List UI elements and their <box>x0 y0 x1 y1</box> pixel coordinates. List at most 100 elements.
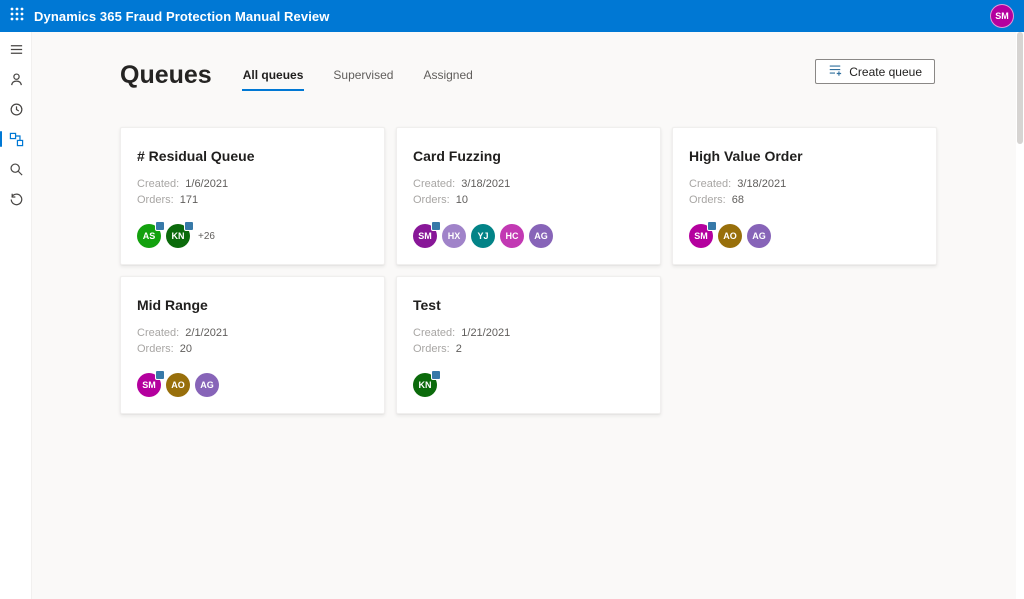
sidebar-item-history[interactable] <box>0 184 32 214</box>
orders-label: Orders: <box>413 343 450 355</box>
sidebar-item-queues[interactable] <box>0 124 32 154</box>
queue-card-title: Mid Range <box>137 297 368 313</box>
avatar-initials: HC <box>506 231 519 241</box>
history-icon <box>9 192 24 207</box>
orders-label: Orders: <box>689 194 726 206</box>
left-nav-rail <box>0 32 32 599</box>
queue-created-row: Created: 3/18/2021 <box>689 176 920 192</box>
sidebar-item-users[interactable] <box>0 64 32 94</box>
queue-card-card-fuzzing[interactable]: Card Fuzzing Created: 3/18/2021 Orders: … <box>396 127 661 265</box>
avatar-badge <box>431 221 441 231</box>
person-icon <box>9 72 24 87</box>
queue-card-test[interactable]: Test Created: 1/21/2021 Orders: 2 KN <box>396 276 661 414</box>
member-avatar: KN <box>413 373 437 397</box>
sidebar-item-nav-toggle[interactable] <box>0 34 32 64</box>
created-value: 3/18/2021 <box>461 178 510 190</box>
sidebar-item-search[interactable] <box>0 154 32 184</box>
avatar-initials: HX <box>448 231 461 241</box>
avatar-initials: AG <box>752 231 766 241</box>
queue-tabs: All queues Supervised Assigned <box>242 66 474 91</box>
member-avatar: HX <box>442 224 466 248</box>
queue-card-title: # Residual Queue <box>137 148 368 164</box>
avatar-initials: AG <box>200 380 214 390</box>
avatar-initials: SM <box>142 380 156 390</box>
orders-label: Orders: <box>413 194 450 206</box>
scrollbar-thumb[interactable] <box>1017 32 1023 144</box>
user-avatar-initials: SM <box>995 11 1009 21</box>
avatar-badge <box>155 221 165 231</box>
created-value: 1/6/2021 <box>185 178 228 190</box>
avatar-badge <box>155 370 165 380</box>
queue-card-title: Test <box>413 297 644 313</box>
sidebar-item-activity[interactable] <box>0 94 32 124</box>
avatar-badge <box>707 221 717 231</box>
avatar-initials: YJ <box>477 231 488 241</box>
avatar-initials: SM <box>418 231 432 241</box>
avatar-badge <box>431 370 441 380</box>
queue-members: KN <box>413 373 644 397</box>
queue-members: SM AO AG <box>137 373 368 397</box>
avatar-initials: AS <box>143 231 156 241</box>
create-queue-icon <box>828 63 842 80</box>
queue-created-row: Created: 1/21/2021 <box>413 325 644 341</box>
created-label: Created: <box>413 178 455 190</box>
user-avatar[interactable]: SM <box>990 4 1014 28</box>
queue-card-mid-range[interactable]: Mid Range Created: 2/1/2021 Orders: 20 S… <box>120 276 385 414</box>
member-avatar: AO <box>718 224 742 248</box>
queue-card-title: Card Fuzzing <box>413 148 644 164</box>
avatar-initials: SM <box>694 231 708 241</box>
queue-members: SM AO AG <box>689 224 920 248</box>
avatar-badge <box>184 221 194 231</box>
queue-orders-row: Orders: 68 <box>689 192 920 208</box>
created-label: Created: <box>413 327 455 339</box>
orders-value: 2 <box>456 343 462 355</box>
queue-orders-row: Orders: 10 <box>413 192 644 208</box>
created-label: Created: <box>137 327 179 339</box>
avatar-initials: AG <box>534 231 548 241</box>
avatar-initials: AO <box>171 380 185 390</box>
orders-label: Orders: <box>137 343 174 355</box>
create-queue-button[interactable]: Create queue <box>815 59 935 84</box>
member-avatar: YJ <box>471 224 495 248</box>
queue-orders-row: Orders: 171 <box>137 192 368 208</box>
created-value: 3/18/2021 <box>737 178 786 190</box>
created-value: 2/1/2021 <box>185 327 228 339</box>
created-label: Created: <box>689 178 731 190</box>
tab-supervised[interactable]: Supervised <box>332 66 394 91</box>
queue-card-grid: # Residual Queue Created: 1/6/2021 Order… <box>120 127 1024 414</box>
member-avatar: AG <box>195 373 219 397</box>
orders-value: 171 <box>180 194 198 206</box>
member-avatar: SM <box>689 224 713 248</box>
queues-icon <box>9 132 24 147</box>
avatar-initials: KN <box>419 380 432 390</box>
top-app-bar: Dynamics 365 Fraud Protection Manual Rev… <box>0 0 1024 32</box>
member-avatar: KN <box>166 224 190 248</box>
created-label: Created: <box>137 178 179 190</box>
app-launcher-button[interactable] <box>0 0 34 32</box>
member-overflow-count: +26 <box>198 231 215 242</box>
queue-created-row: Created: 2/1/2021 <box>137 325 368 341</box>
page-header: Queues All queues Supervised Assigned Cr… <box>32 32 1024 91</box>
queue-card-residual[interactable]: # Residual Queue Created: 1/6/2021 Order… <box>120 127 385 265</box>
queue-created-row: Created: 3/18/2021 <box>413 176 644 192</box>
queue-card-title: High Value Order <box>689 148 920 164</box>
created-value: 1/21/2021 <box>461 327 510 339</box>
orders-value: 20 <box>180 343 192 355</box>
orders-label: Orders: <box>137 194 174 206</box>
tab-assigned[interactable]: Assigned <box>422 66 473 91</box>
avatar-initials: AO <box>723 231 737 241</box>
queue-orders-row: Orders: 20 <box>137 341 368 357</box>
queue-members: SM HX YJ HC AG <box>413 224 644 248</box>
member-avatar: SM <box>413 224 437 248</box>
queue-created-row: Created: 1/6/2021 <box>137 176 368 192</box>
app-title: Dynamics 365 Fraud Protection Manual Rev… <box>34 9 329 24</box>
member-avatar: HC <box>500 224 524 248</box>
queue-card-high-value-order[interactable]: High Value Order Created: 3/18/2021 Orde… <box>672 127 937 265</box>
waffle-icon <box>10 7 24 26</box>
queue-orders-row: Orders: 2 <box>413 341 644 357</box>
page-title: Queues <box>120 60 212 90</box>
queue-members: AS KN +26 <box>137 224 368 248</box>
member-avatar: SM <box>137 373 161 397</box>
tab-all-queues[interactable]: All queues <box>242 66 305 91</box>
vertical-scrollbar[interactable] <box>1016 32 1024 599</box>
